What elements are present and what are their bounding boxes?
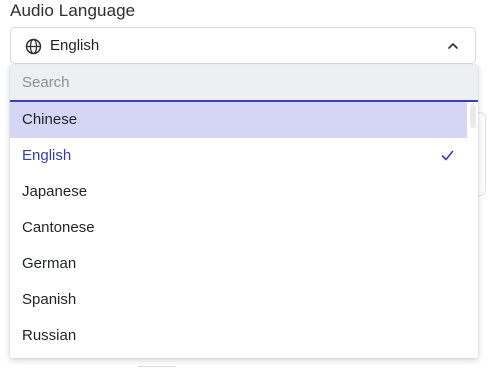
selected-value: English	[50, 37, 100, 54]
option-japanese[interactable]: Japanese	[10, 174, 467, 210]
dropdown-scrollbar[interactable]	[470, 104, 476, 128]
option-label: English	[22, 147, 72, 164]
option-label: German	[22, 255, 77, 272]
language-dropdown: Chinese English Japanese Cantonese Germa…	[10, 65, 478, 358]
option-label: Japanese	[22, 183, 88, 200]
option-english[interactable]: English	[10, 138, 467, 174]
search-input[interactable]	[10, 65, 478, 100]
option-russian[interactable]: Russian	[10, 318, 467, 354]
audio-language-select[interactable]: English	[10, 27, 476, 64]
checkmark-icon	[441, 150, 454, 161]
audio-language-label: Audio Language	[10, 1, 136, 20]
option-label: Cantonese	[22, 219, 95, 236]
chevron-up-icon[interactable]	[447, 40, 459, 52]
option-german[interactable]: German	[10, 246, 467, 282]
option-list: Chinese English Japanese Cantonese Germa…	[10, 102, 467, 354]
option-chinese[interactable]: Chinese	[10, 102, 467, 138]
option-label: Chinese	[22, 111, 78, 128]
option-label: Spanish	[22, 291, 77, 308]
option-label: Russian	[22, 327, 77, 344]
option-spanish[interactable]: Spanish	[10, 282, 467, 318]
option-cantonese[interactable]: Cantonese	[10, 210, 467, 246]
globe-icon	[25, 38, 42, 55]
search-box	[10, 65, 478, 102]
